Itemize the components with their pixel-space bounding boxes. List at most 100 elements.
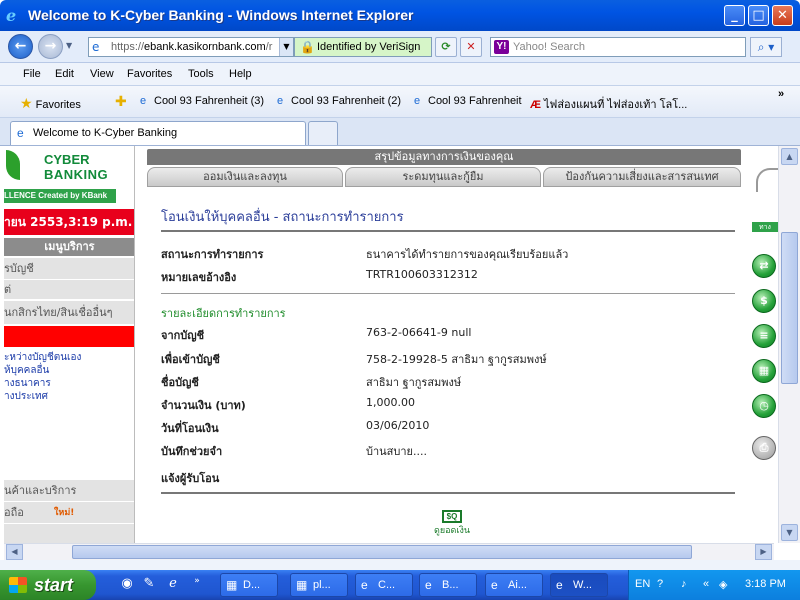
sidebar-link-overseas[interactable]: างประเทศ xyxy=(4,389,48,404)
refresh-button[interactable]: ⟳ xyxy=(435,37,457,57)
memo-value: บ้านสบาย.... xyxy=(366,445,427,458)
scroll-left-button[interactable]: ◀ xyxy=(6,544,23,560)
favorites-overflow[interactable]: » xyxy=(778,88,784,100)
tab-active[interactable]: e Welcome to K-Cyber Banking xyxy=(10,121,306,145)
title-bar: e Welcome to K-Cyber Banking - Windows I… xyxy=(0,0,800,31)
ie-icon: e xyxy=(361,578,368,592)
maximize-button[interactable]: □ xyxy=(748,5,769,26)
back-button[interactable]: ← xyxy=(8,34,33,59)
search-box[interactable]: Y! Yahoo! Search xyxy=(490,37,746,57)
favorite-link-2[interactable]: e Cool 93 Fahrenheit (2) xyxy=(277,95,401,107)
task-button-2[interactable]: ▦ pl... xyxy=(290,573,348,597)
page-title: โอนเงินให้บุคคลอื่น - สถานะการทำรายการ xyxy=(161,210,404,225)
tab-savings-investment[interactable]: ออมเงินและลงทุน xyxy=(147,167,343,187)
taskbar: start ◉ ✎ e » ▦ D... ▦ pl... e C... e B... e… xyxy=(0,570,800,600)
scroll-up-button[interactable]: ▲ xyxy=(781,148,798,165)
add-favorite-icon[interactable]: ✚ xyxy=(115,93,127,110)
tab-strip: e Welcome to K-Cyber Banking xyxy=(0,118,800,146)
sidebar-active-item[interactable] xyxy=(4,326,134,347)
financial-summary-header[interactable]: สรุปข้อมูลทางการเงินของคุณ xyxy=(147,149,741,165)
favorites-bar: ★ Favorites ✚ e Cool 93 Fahrenheit (3) eC… xyxy=(0,86,800,118)
volume-icon[interactable]: ♪ xyxy=(681,578,687,590)
menu-tools[interactable]: Tools xyxy=(188,68,214,80)
right-tab[interactable]: ทาง xyxy=(752,222,778,232)
minimize-button[interactable]: _ xyxy=(724,5,745,26)
sidebar-item-mobile[interactable]: อถือ ใหม่! xyxy=(4,502,134,524)
search-button[interactable]: ⌕ ▾ xyxy=(750,37,782,57)
security-identity-badge[interactable]: 🔒 Identified by VeriSign xyxy=(294,37,432,57)
task-button-3[interactable]: e C... xyxy=(355,573,413,597)
address-dropdown-icon[interactable]: ▼ xyxy=(279,38,293,56)
check-balance-button[interactable]: $Q ดูยอดเงิน xyxy=(432,510,472,537)
tab-funding-loans[interactable]: ระดมทุนและกู้ยืม xyxy=(345,167,541,187)
tab-risk-protection[interactable]: ป้องกันความเสี่ยงและสารสนเทศ xyxy=(543,167,741,187)
vertical-scrollbar[interactable]: ▲ ▼ xyxy=(778,146,800,543)
vertical-scroll-thumb[interactable] xyxy=(781,232,798,384)
yahoo-icon: Y! xyxy=(494,40,509,54)
menu-file[interactable]: File xyxy=(23,68,41,80)
amount-value: 1,000.00 xyxy=(366,396,415,409)
stop-button[interactable]: ✕ xyxy=(460,37,482,57)
new-tab-button[interactable] xyxy=(308,121,338,145)
task-button-1[interactable]: ▦ D... xyxy=(220,573,278,597)
quicklaunch-app-icon[interactable]: ✎ xyxy=(140,576,158,594)
tray-expand-icon[interactable]: « xyxy=(703,578,709,590)
main-content: สรุปข้อมูลทางการเงินของคุณ ออมเงินและลงท… xyxy=(144,146,744,543)
tab-label: Welcome to K-Cyber Banking xyxy=(33,127,178,139)
task-button-4[interactable]: e B... xyxy=(419,573,477,597)
ie-icon: e xyxy=(491,578,498,592)
star-icon: ★ xyxy=(20,95,33,111)
sidebar-item-bottom[interactable] xyxy=(4,524,134,543)
excel-icon: ▦ xyxy=(226,578,238,592)
calculator-icon[interactable]: ▦ xyxy=(752,359,776,383)
section-divider xyxy=(161,293,735,294)
menu-view[interactable]: View xyxy=(90,68,114,80)
scroll-down-button[interactable]: ▼ xyxy=(781,524,798,541)
sidebar-item-accounts[interactable]: รบัญชี xyxy=(4,258,134,280)
favorite-link-4[interactable]: Æ ไฟส่องแผนที่ ไฟส่องเท้า โลโ... xyxy=(530,95,687,113)
task-button-5[interactable]: e Ai... xyxy=(485,573,543,597)
login-datetime: ายน 2553,3:19 p.m. xyxy=(4,209,134,235)
menu-help[interactable]: Help xyxy=(229,68,252,80)
language-indicator[interactable]: EN xyxy=(635,578,650,590)
forward-button[interactable]: → xyxy=(38,34,63,59)
sidebar-item-products[interactable]: นค้าและบริการ xyxy=(4,480,134,502)
network-icon[interactable]: ◈ xyxy=(719,578,727,591)
start-button[interactable]: start xyxy=(0,570,96,600)
close-button[interactable]: ✕ xyxy=(772,5,793,26)
sidebar-item-kasikorn-credit[interactable]: นกสิกรไทย/สินเชื่ออื่นๆ xyxy=(4,301,134,325)
printer-icon[interactable]: ⎙ xyxy=(752,436,776,460)
transfer-date-label: วันที่โอนเงิน xyxy=(161,422,219,435)
identity-text: Identified by VeriSign xyxy=(317,41,421,53)
horizontal-scrollbar[interactable]: ◀ ▶ xyxy=(4,543,774,560)
favorite-link-1[interactable]: e Cool 93 Fahrenheit (3) xyxy=(140,95,264,107)
quicklaunch-ie-icon[interactable]: e xyxy=(164,576,182,594)
menu-favorites[interactable]: Favorites xyxy=(127,68,172,80)
favorites-button[interactable]: ★ Favorites xyxy=(20,95,81,112)
from-account-value: 763-2-06641-9 null xyxy=(366,326,472,339)
system-tray: EN ? ♪ « ◈ 3:18 PM xyxy=(628,570,800,600)
check-balance-label: ดูยอดเงิน xyxy=(434,526,470,536)
money-icon[interactable]: $ xyxy=(752,289,776,313)
transfer-icon[interactable]: ⇄ xyxy=(752,254,776,278)
balance-icon: $Q xyxy=(442,510,462,523)
history-dropdown-icon[interactable]: ▼ xyxy=(66,41,72,50)
menu-edit[interactable]: Edit xyxy=(55,68,74,80)
scroll-right-button[interactable]: ▶ xyxy=(755,544,772,560)
horizontal-scroll-thumb[interactable] xyxy=(72,545,692,559)
amount-label: จำนวนเงิน (บาท) xyxy=(161,399,246,412)
clock-icon[interactable]: ◷ xyxy=(752,394,776,418)
sidebar-item-2[interactable]: ต่ xyxy=(4,280,134,300)
reference-label: หมายเลขอ้างอิง xyxy=(161,271,237,284)
url-text[interactable]: https://ebank.kasikornbank.com/r xyxy=(111,41,272,53)
ie-page-icon: e xyxy=(17,126,24,140)
document-icon[interactable]: ≡ xyxy=(752,324,776,348)
favorite-link-3[interactable]: e Cool 93 Fahrenheit xyxy=(414,95,522,107)
quicklaunch-expand-icon[interactable]: » xyxy=(188,576,206,594)
quicklaunch-desktop-icon[interactable]: ◉ xyxy=(118,576,136,594)
task-button-active[interactable]: e W... xyxy=(550,573,608,597)
address-bar[interactable]: e https://ebank.kasikornbank.com/r ▼ xyxy=(88,37,294,57)
logo-text-cyber: CYBER xyxy=(44,152,90,167)
search-placeholder[interactable]: Yahoo! Search xyxy=(513,41,585,53)
help-icon[interactable]: ? xyxy=(657,578,663,590)
